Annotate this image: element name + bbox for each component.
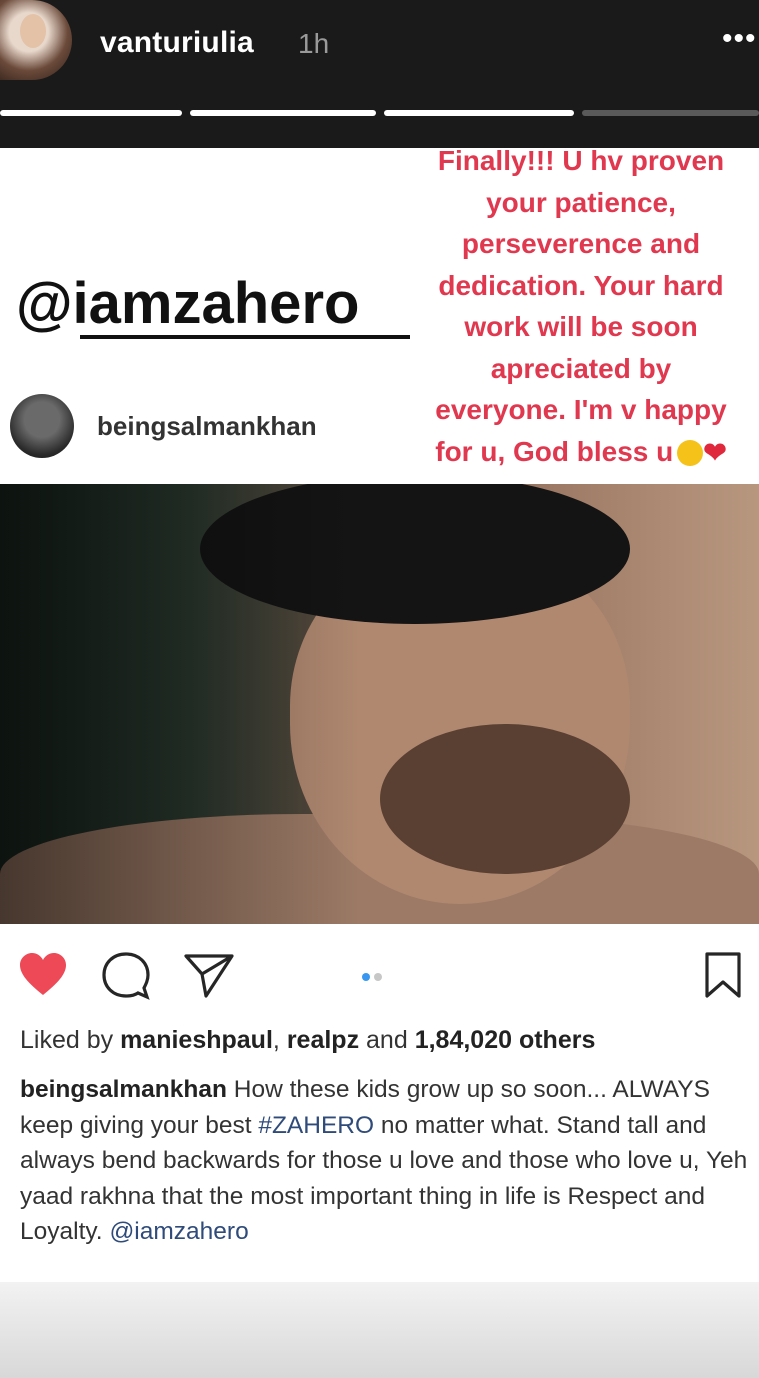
story-text-line: for u, God bless u — [435, 435, 674, 467]
caption-username[interactable]: beingsalmankhan — [20, 1076, 227, 1103]
likes-others[interactable]: 1,84,020 others — [415, 1026, 596, 1054]
story-progress-4 — [582, 110, 759, 116]
story-progress-1 — [0, 110, 182, 116]
story-header: vanturiulia 1h ••• — [0, 0, 759, 148]
share-paper-plane-icon[interactable] — [182, 950, 236, 1000]
story-text-line: work will be soon — [464, 311, 698, 342]
more-options-icon[interactable]: ••• — [722, 22, 757, 56]
bookmark-icon[interactable] — [703, 950, 743, 1000]
carousel-dots — [362, 968, 386, 986]
story-time: 1h — [298, 28, 330, 59]
story-username[interactable]: vanturiulia — [100, 26, 254, 60]
story-text-line: your patience, — [486, 186, 676, 218]
caption-hashtag[interactable]: #ZAHERO — [258, 1112, 374, 1139]
story-text-line: apreciated by — [490, 352, 672, 384]
likes-separator: , — [272, 1026, 280, 1054]
likes-line: Liked by manieshpaul, realpz and 1,84,02… — [20, 1026, 595, 1055]
story-text-line: Finally!!! U hv proven — [437, 145, 725, 176]
story-text-line: dedication. Your hard — [438, 269, 724, 301]
post-avatar[interactable] — [10, 394, 74, 458]
comment-icon[interactable] — [100, 950, 152, 1002]
like-heart-icon[interactable] — [18, 950, 68, 1000]
mention-sticker[interactable]: @iamzahero — [16, 270, 359, 337]
carousel-dot-active — [362, 973, 370, 981]
story-avatar[interactable] — [0, 0, 72, 80]
liked-user-1[interactable]: manieshpaul — [120, 1026, 273, 1054]
carousel-dot — [374, 973, 382, 981]
post-username[interactable]: beingsalmankhan — [97, 411, 317, 442]
story-text-line: everyone. I'm v happy — [435, 394, 727, 425]
story-progress-2 — [190, 110, 376, 116]
post-caption: beingsalmankhan How these kids grow up s… — [20, 1072, 750, 1250]
bottom-fade — [0, 1282, 759, 1378]
story-text: Finally!!! U hv proven your patience, pe… — [412, 140, 750, 474]
heart-emoji-icon: ❤ — [703, 437, 727, 469]
story-progress-3 — [384, 110, 574, 116]
liked-user-2[interactable]: realpz — [287, 1026, 359, 1054]
caption-mention[interactable]: @iamzahero — [109, 1218, 248, 1245]
story-text-last-line: for u, God bless u ❤ — [412, 431, 750, 474]
wink-emoji-icon — [677, 440, 704, 467]
mention-underline — [80, 335, 410, 339]
story-text-line: perseverence and — [461, 228, 701, 259]
likes-prefix: Liked by — [20, 1026, 114, 1054]
likes-and: and — [366, 1026, 408, 1054]
post-photo[interactable] — [0, 484, 759, 924]
